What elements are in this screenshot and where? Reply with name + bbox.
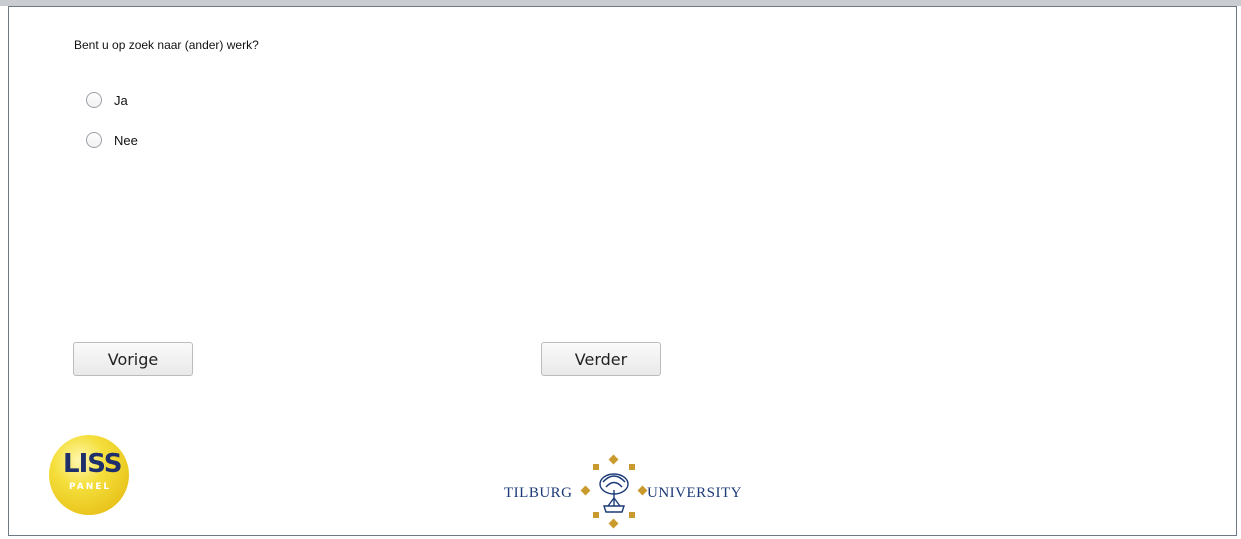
tilburg-university-logo: TILBURG UNIVERSITY xyxy=(504,452,764,532)
option-ja-label: Ja xyxy=(114,92,128,108)
survey-frame: Bent u op zoek naar (ander) werk? Ja Nee… xyxy=(8,6,1237,536)
liss-panel-logo: LISS PANEL xyxy=(49,435,129,515)
university-word: UNIVERSITY xyxy=(647,485,742,501)
tilburg-emblem-icon xyxy=(580,454,648,529)
option-nee-label: Nee xyxy=(114,132,138,148)
option-nee[interactable]: Nee xyxy=(86,132,138,148)
option-ja[interactable]: Ja xyxy=(86,92,128,108)
radio-ja[interactable] xyxy=(86,92,102,108)
tilburg-word: TILBURG xyxy=(504,485,573,501)
question-text: Bent u op zoek naar (ander) werk? xyxy=(74,38,259,52)
radio-nee[interactable] xyxy=(86,132,102,148)
liss-logo-text: LISS xyxy=(63,449,123,479)
liss-logo-subtext: PANEL xyxy=(69,482,112,492)
previous-button[interactable]: Vorige xyxy=(73,342,193,376)
next-button[interactable]: Verder xyxy=(541,342,661,376)
